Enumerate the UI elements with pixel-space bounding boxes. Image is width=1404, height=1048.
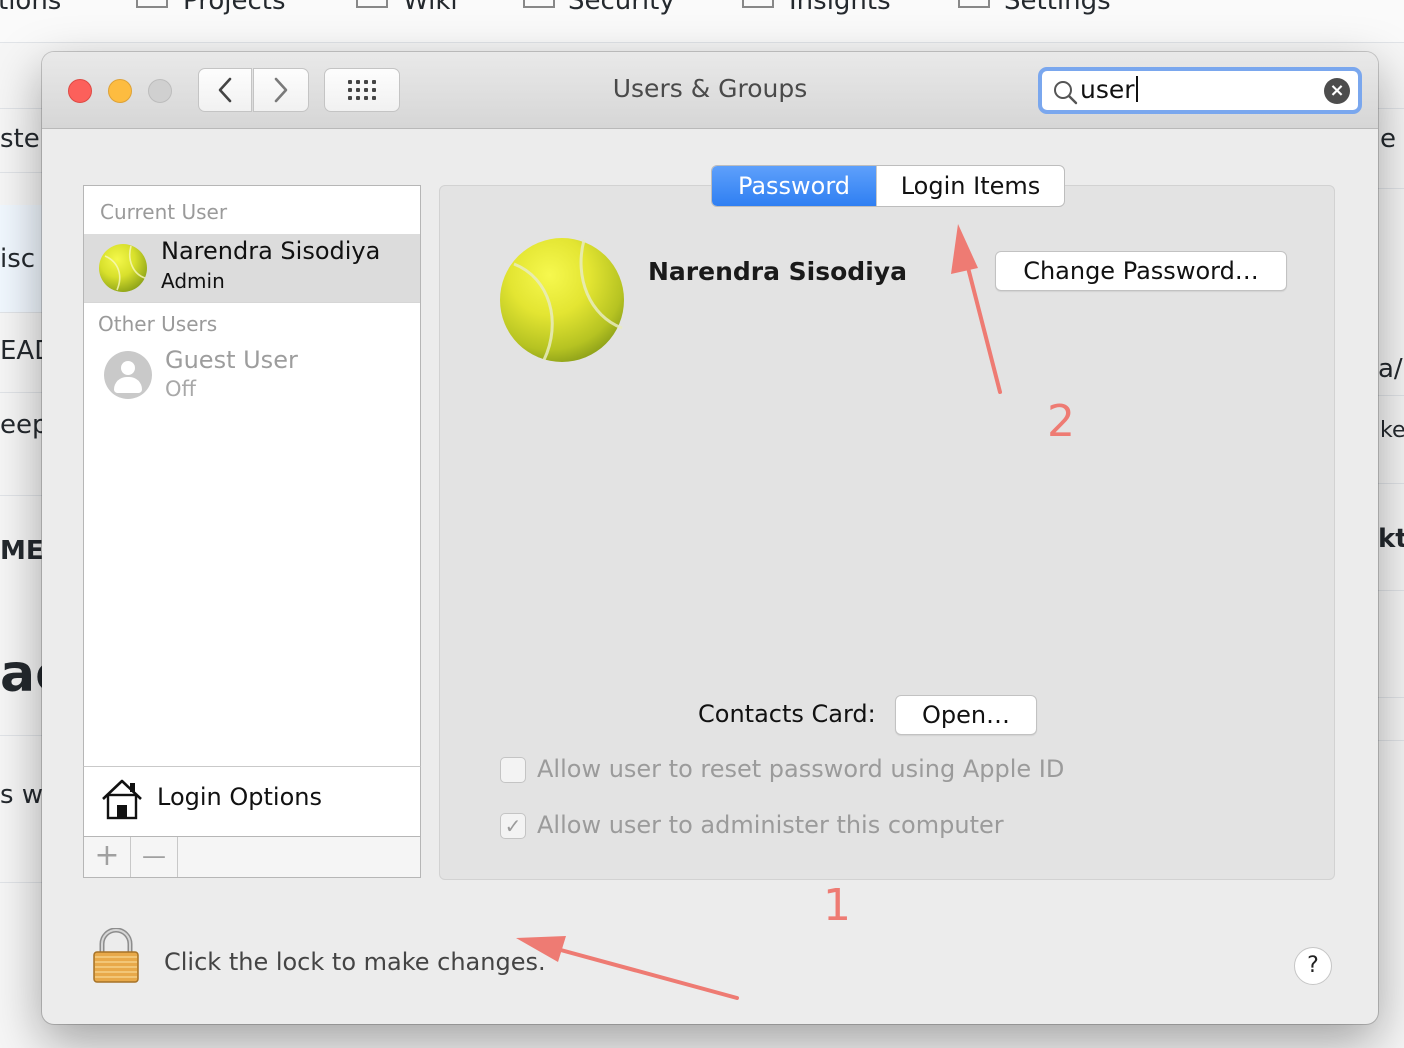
annotation-arrow-2-head <box>951 224 978 274</box>
annotation-number-2: 2 <box>1047 396 1075 447</box>
annotation-arrows <box>516 224 1002 1000</box>
annotation-arrow-2-shaft <box>962 250 1002 394</box>
annotation-arrow-1-head <box>516 936 566 962</box>
annotation-arrow-1-shaft <box>544 944 739 1000</box>
annotation-number-1: 1 <box>823 880 851 931</box>
